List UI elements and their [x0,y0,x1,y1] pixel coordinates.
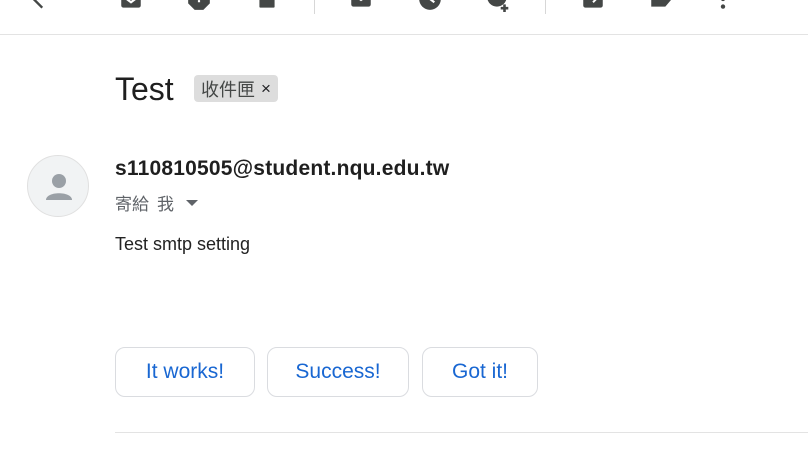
snooze-icon[interactable] [417,0,443,12]
recipient-line: 寄給 我 [115,190,198,215]
smart-reply-button[interactable]: It works! [115,347,255,397]
sender-email[interactable]: s110810505@student.nqu.edu.tw [115,157,449,181]
report-spam-icon[interactable] [186,0,212,12]
label-chip-text: 收件匣 [201,79,255,100]
toolbar-separator [314,0,315,14]
smart-reply-button[interactable]: Got it! [422,347,538,397]
toolbar-separator [545,0,546,14]
move-to-icon[interactable] [580,0,606,12]
to-prefix: 寄給 [115,195,149,214]
add-to-tasks-icon[interactable] [485,0,511,12]
label-icon[interactable] [648,0,674,12]
recipient-value: 我 [157,195,174,214]
email-subject: Test [115,71,174,107]
remove-label-icon[interactable]: × [261,80,271,97]
divider [115,432,808,433]
mark-unread-icon[interactable] [348,0,374,12]
inbox-label-chip[interactable]: 收件匣 × [194,75,278,102]
archive-icon[interactable] [118,0,144,12]
show-details-chevron-icon[interactable] [186,199,198,206]
message-toolbar [0,0,808,35]
person-icon [46,174,72,200]
smart-reply-button[interactable]: Success! [267,347,409,397]
avatar[interactable] [27,155,89,217]
back-arrow-icon[interactable] [26,0,52,12]
more-vert-icon[interactable] [710,0,736,12]
email-body: Test smtp setting [115,234,251,254]
delete-icon[interactable] [254,0,280,12]
